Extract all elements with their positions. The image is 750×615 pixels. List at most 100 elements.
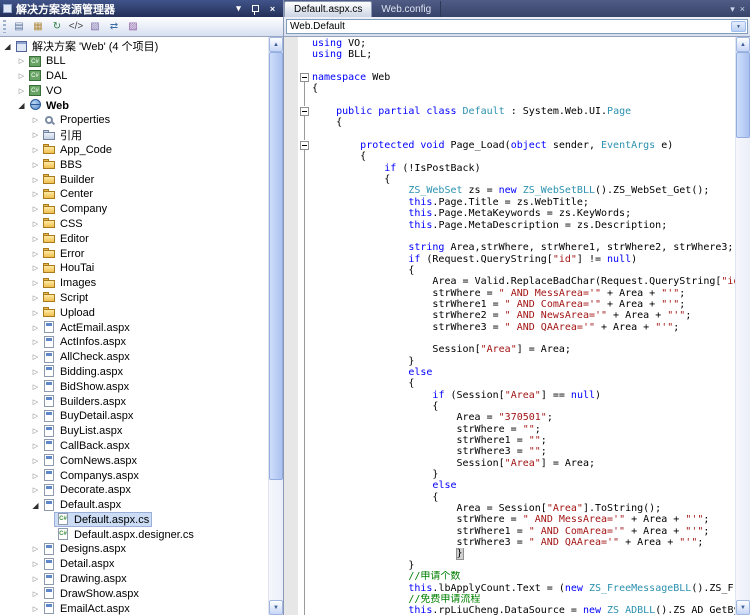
outlining-margin[interactable] (298, 366, 312, 379)
outlining-margin[interactable] (298, 253, 312, 265)
outlining-margin[interactable] (298, 264, 312, 277)
tree-item[interactable]: ▷ DAL (0, 69, 268, 84)
tree-item[interactable]: ▷ Designs.aspx (0, 542, 268, 557)
scrollbar-thumb[interactable] (736, 52, 750, 138)
outlining-margin[interactable] (298, 298, 312, 311)
expand-arrow-icon[interactable]: ▷ (30, 442, 41, 450)
outlining-margin[interactable] (298, 548, 312, 560)
outlining-margin[interactable] (298, 219, 312, 231)
scroll-up-button[interactable]: ▲ (269, 37, 283, 52)
expand-arrow-icon[interactable]: ▷ (16, 72, 27, 80)
expand-arrow-icon[interactable]: ▷ (30, 279, 41, 287)
outlining-margin[interactable] (298, 49, 312, 60)
tree-item[interactable]: ▷ ActInfos.aspx (0, 335, 268, 350)
expand-arrow-icon[interactable]: ▷ (30, 427, 41, 435)
outlining-margin[interactable] (298, 525, 312, 538)
tree-item[interactable]: ▷ ActEmail.aspx (0, 320, 268, 335)
expand-arrow-icon[interactable]: ▷ (30, 161, 41, 169)
expand-arrow-icon[interactable]: ▷ (30, 176, 41, 184)
outlining-margin[interactable] (298, 94, 312, 107)
expand-arrow-icon[interactable]: ▷ (30, 309, 41, 317)
expand-arrow-icon[interactable]: ▷ (30, 235, 41, 243)
expand-arrow-icon[interactable]: ▷ (30, 605, 41, 613)
outlining-margin[interactable] (298, 140, 312, 152)
tree-item[interactable]: ▷ Builder (0, 172, 268, 187)
outlining-margin[interactable] (298, 38, 312, 49)
outlining-margin[interactable] (298, 344, 312, 356)
outlining-margin[interactable] (298, 332, 312, 345)
outlining-margin[interactable] (298, 151, 312, 163)
tree-scrollbar[interactable]: ▲ ▼ (268, 37, 283, 615)
expand-arrow-icon[interactable]: ▷ (30, 190, 41, 198)
auto-hide-pin-button[interactable] (248, 2, 263, 15)
outlining-margin[interactable] (298, 185, 312, 197)
expand-arrow-icon[interactable]: ▷ (30, 575, 41, 583)
outlining-margin[interactable] (298, 559, 312, 572)
expand-arrow-icon[interactable]: ▷ (30, 398, 41, 406)
expand-arrow-icon[interactable]: ▷ (30, 590, 41, 598)
tree-item[interactable]: ▷ ComNews.aspx (0, 453, 268, 468)
outlining-margin[interactable] (298, 412, 312, 424)
tree-item[interactable]: ▷ App_Code (0, 143, 268, 158)
expand-arrow-icon[interactable]: ▷ (30, 560, 41, 568)
outlining-margin[interactable] (298, 593, 312, 606)
tree-item[interactable]: ▷ Error (0, 246, 268, 261)
toolbar-grip[interactable] (3, 20, 6, 33)
expand-arrow-icon[interactable]: ▷ (30, 220, 41, 228)
outlining-margin[interactable] (298, 174, 312, 186)
tree-item[interactable]: ▷ Bidding.aspx (0, 365, 268, 380)
outlining-margin[interactable] (298, 469, 312, 481)
class-diagram-button[interactable]: ▨ (124, 19, 142, 35)
outlining-margin[interactable] (298, 196, 312, 209)
tree-item[interactable]: ▷ Builders.aspx (0, 394, 268, 409)
tree-item[interactable]: ▷ DrawShow.aspx (0, 586, 268, 601)
window-position-button[interactable]: ▾ (231, 2, 246, 15)
tree-item[interactable]: ▷ VO (0, 83, 268, 98)
show-all-files-button[interactable]: ▦ (29, 19, 47, 35)
tree-item[interactable]: Default.aspx.designer.cs (0, 527, 268, 542)
document-tab[interactable]: Web.config (372, 1, 442, 17)
outlining-margin[interactable] (298, 378, 312, 390)
expand-arrow-icon[interactable]: ▷ (16, 87, 27, 95)
tree-item[interactable]: ▷ BuyDetail.aspx (0, 409, 268, 424)
tree-item[interactable]: ▷ Images (0, 276, 268, 291)
expand-arrow-icon[interactable]: ▷ (30, 486, 41, 494)
scroll-down-button[interactable]: ▼ (269, 600, 283, 615)
outlining-margin[interactable] (298, 503, 312, 515)
collapse-box-icon[interactable] (300, 73, 309, 83)
outlining-margin[interactable] (298, 435, 312, 447)
tree-item[interactable]: ▷ CallBack.aspx (0, 439, 268, 454)
code-editor[interactable]: using VO; using BLL; namespace Web{ public… (284, 37, 750, 615)
outlining-margin[interactable] (298, 72, 312, 84)
outlining-margin[interactable] (298, 401, 312, 413)
tree-item[interactable]: ◢ Web (0, 98, 268, 113)
outlining-margin[interactable] (298, 321, 312, 333)
outlining-margin[interactable] (298, 230, 312, 243)
expand-arrow-icon[interactable]: ▷ (30, 294, 41, 302)
tree-item[interactable]: ◢ 解决方案 'Web' (4 个项目) (0, 39, 268, 54)
outlining-margin[interactable] (298, 423, 312, 436)
view-code-button[interactable]: </> (67, 19, 85, 35)
expand-arrow-icon[interactable]: ◢ (16, 101, 27, 110)
tree-item[interactable]: ▷ Script (0, 291, 268, 306)
expand-arrow-icon[interactable]: ▷ (30, 250, 41, 258)
indicator-margin[interactable] (284, 37, 298, 615)
expand-arrow-icon[interactable]: ▷ (30, 412, 41, 420)
outlining-margin[interactable] (298, 457, 312, 470)
expand-arrow-icon[interactable]: ▷ (30, 205, 41, 213)
expand-arrow-icon[interactable]: ▷ (30, 131, 41, 139)
tree-item[interactable]: ▷ BBS (0, 157, 268, 172)
outlining-margin[interactable] (298, 355, 312, 367)
tree-item[interactable]: ▷ Upload (0, 305, 268, 320)
expand-arrow-icon[interactable]: ▷ (30, 545, 41, 553)
outlining-margin[interactable] (298, 605, 312, 615)
outlining-margin[interactable] (298, 582, 312, 594)
editor-scrollbar[interactable]: ▲ ▼ (735, 37, 750, 615)
outlining-margin[interactable] (298, 514, 312, 526)
outlining-margin[interactable] (298, 83, 312, 95)
expand-arrow-icon[interactable]: ▷ (30, 353, 41, 361)
outlining-margin[interactable] (298, 162, 312, 175)
tree-item[interactable]: ▷ Editor (0, 231, 268, 246)
collapse-box-icon[interactable] (300, 107, 309, 117)
scroll-down-button[interactable]: ▼ (736, 600, 750, 615)
